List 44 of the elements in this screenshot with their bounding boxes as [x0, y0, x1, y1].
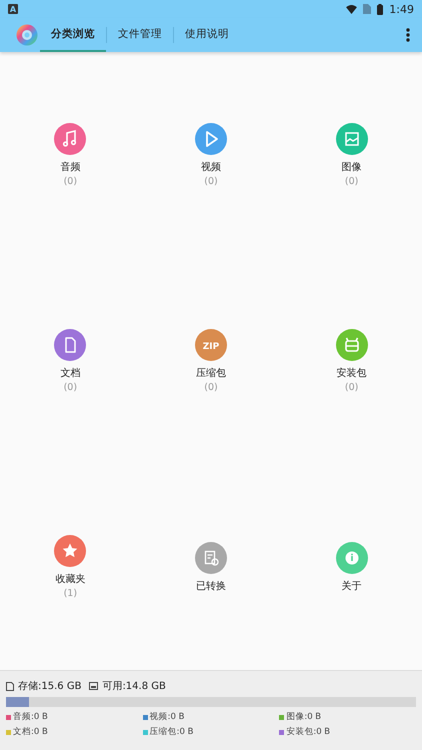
- category-count: (1): [64, 588, 78, 599]
- category-count: (0): [204, 176, 218, 187]
- category-count: (0): [344, 382, 358, 393]
- legend-label: 视频:0 B: [150, 711, 184, 723]
- category-label: 安装包: [336, 366, 367, 380]
- category-label: 图像: [342, 161, 362, 174]
- category-item[interactable]: 视频 (0): [140, 52, 282, 258]
- storage-available: 可用:14.8 GB: [102, 680, 166, 693]
- category-item[interactable]: 收藏夹 (1): [0, 464, 141, 670]
- category-label: 音频: [60, 160, 80, 174]
- category-count: (0): [64, 382, 78, 393]
- category-label: 视频: [200, 160, 221, 174]
- app-logo-icon: [16, 24, 38, 46]
- category-item[interactable]: 文档 (0): [0, 258, 141, 464]
- file-icon: [6, 682, 14, 690]
- storage-total: 存储:15.6 GB: [18, 680, 82, 693]
- category-label: 已转换: [196, 580, 226, 592]
- category-label: 关于: [342, 580, 362, 592]
- more-menu-icon[interactable]: [406, 28, 410, 42]
- category-count: (0): [64, 176, 78, 187]
- tab[interactable]: 使用说明: [174, 18, 240, 52]
- legend-label: 压缩包:0 B: [150, 726, 194, 738]
- legend-label: 音频:0 B: [13, 711, 48, 723]
- battery-icon: [377, 4, 384, 14]
- no-sim-icon: [363, 4, 372, 14]
- legend-label: 图像:0 B: [286, 711, 322, 723]
- category-item[interactable]: 已转换: [140, 464, 282, 670]
- category-item[interactable]: 关于: [281, 464, 422, 670]
- legend-label: 文档:0 B: [13, 726, 48, 738]
- category-count: (0): [204, 382, 218, 393]
- category-label: 收藏夹: [55, 572, 86, 586]
- zip-icon: ZIP: [194, 329, 227, 361]
- clock: 1:49: [389, 2, 414, 16]
- notification-icon: A: [8, 4, 18, 14]
- category-item[interactable]: 音频 (0): [0, 52, 141, 258]
- category-label: 文档: [60, 366, 80, 380]
- category-item[interactable]: ZIP 压缩包 (0): [140, 258, 282, 464]
- category-count: (0): [344, 176, 358, 187]
- wifi-icon: [346, 4, 358, 14]
- category-label: 压缩包: [196, 366, 226, 380]
- tab[interactable]: 文件管理: [107, 18, 173, 52]
- legend-label: 安装包:0 B: [286, 726, 330, 738]
- category-item[interactable]: 安装包 (0): [281, 258, 422, 464]
- category-item[interactable]: 图像 (0): [281, 52, 422, 258]
